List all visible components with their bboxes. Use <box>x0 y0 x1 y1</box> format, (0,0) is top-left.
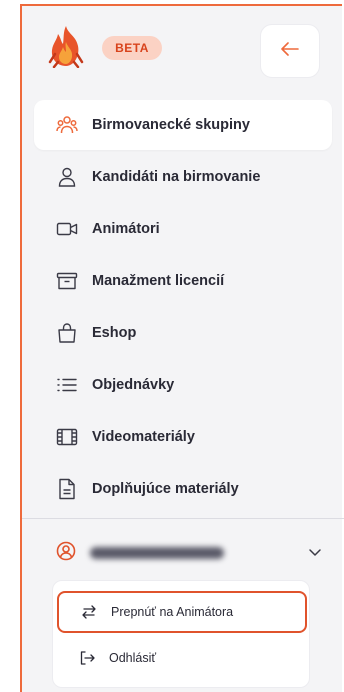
user-name-redacted <box>90 547 224 559</box>
sidebar-nav: Birmovanecké skupiny Kandidáti na birmov… <box>34 100 332 516</box>
sidebar-item-label: Doplňujúce materiály <box>92 481 239 497</box>
sidebar-item-label: Kandidáti na birmovanie <box>92 169 261 185</box>
app-frame: BETA Birmovanecké skupiny Kandidáti na b… <box>0 0 344 692</box>
sidebar-item-manazment-licencii[interactable]: Manažment licencií <box>34 256 332 306</box>
sidebar: BETA Birmovanecké skupiny Kandidáti na b… <box>20 4 344 692</box>
sidebar-item-videomaterialy[interactable]: Videomateriály <box>34 412 332 462</box>
user-menu-toggle[interactable] <box>56 536 326 570</box>
sidebar-item-eshop[interactable]: Eshop <box>34 308 332 358</box>
logout-button[interactable]: Odhlásiť <box>57 637 307 679</box>
sidebar-item-label: Eshop <box>92 325 137 341</box>
switch-role-button[interactable]: Prepnúť na Animátora <box>57 591 307 633</box>
archive-box-icon <box>56 270 78 292</box>
arrows-switch-icon <box>81 604 97 620</box>
sidebar-item-birmovanecke-skupiny[interactable]: Birmovanecké skupiny <box>34 100 332 150</box>
flame-icon[interactable] <box>48 24 84 69</box>
logout-icon <box>79 650 95 666</box>
divider <box>22 518 344 519</box>
video-camera-icon <box>56 218 78 240</box>
logout-label: Odhlásiť <box>109 651 157 665</box>
sidebar-item-label: Animátori <box>92 221 160 237</box>
document-icon <box>56 478 78 500</box>
list-icon <box>56 374 78 396</box>
sidebar-item-label: Objednávky <box>92 377 175 393</box>
sidebar-item-label: Videomateriály <box>92 429 195 445</box>
beta-badge: BETA <box>102 36 162 60</box>
switch-role-label: Prepnúť na Animátora <box>111 605 234 619</box>
sidebar-item-label: Birmovanecké skupiny <box>92 117 250 133</box>
sidebar-item-kandidati[interactable]: Kandidáti na birmovanie <box>34 152 332 202</box>
sidebar-item-objednavky[interactable]: Objednávky <box>34 360 332 410</box>
user-icon <box>56 166 78 188</box>
user-circle-icon <box>56 541 76 566</box>
sidebar-item-animatori[interactable]: Animátori <box>34 204 332 254</box>
chevron-down-icon[interactable] <box>308 544 322 562</box>
users-group-icon <box>56 114 78 136</box>
collapse-sidebar-button[interactable] <box>260 24 320 78</box>
film-icon <box>56 426 78 448</box>
sidebar-item-doplnujuce-materialy[interactable]: Doplňujúce materiály <box>34 464 332 514</box>
sidebar-item-label: Manažment licencií <box>92 273 225 289</box>
user-dropdown-menu: Prepnúť na Animátora Odhlásiť <box>52 580 310 688</box>
arrow-left-icon <box>281 41 299 61</box>
shopping-bag-icon <box>56 322 78 344</box>
